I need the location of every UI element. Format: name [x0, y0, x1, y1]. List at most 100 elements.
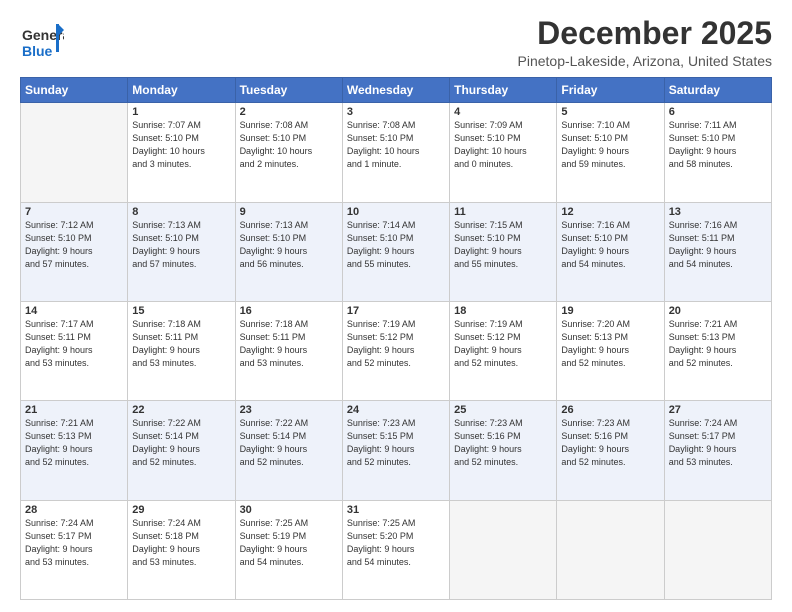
calendar-cell: 5Sunrise: 7:10 AM Sunset: 5:10 PM Daylig… [557, 103, 664, 202]
month-title: December 2025 [518, 16, 773, 51]
day-number: 16 [240, 305, 338, 317]
calendar-cell: 21Sunrise: 7:21 AM Sunset: 5:13 PM Dayli… [21, 401, 128, 500]
day-info: Sunrise: 7:09 AM Sunset: 5:10 PM Dayligh… [454, 119, 552, 171]
calendar-cell: 24Sunrise: 7:23 AM Sunset: 5:15 PM Dayli… [342, 401, 449, 500]
day-number: 12 [561, 206, 659, 218]
weekday-header-sunday: Sunday [21, 78, 128, 103]
page: General Blue December 2025 Pinetop-Lakes… [0, 0, 792, 612]
day-info: Sunrise: 7:13 AM Sunset: 5:10 PM Dayligh… [240, 219, 338, 271]
day-info: Sunrise: 7:21 AM Sunset: 5:13 PM Dayligh… [25, 417, 123, 469]
day-info: Sunrise: 7:23 AM Sunset: 5:16 PM Dayligh… [454, 417, 552, 469]
day-info: Sunrise: 7:17 AM Sunset: 5:11 PM Dayligh… [25, 318, 123, 370]
calendar-week-4: 21Sunrise: 7:21 AM Sunset: 5:13 PM Dayli… [21, 401, 772, 500]
day-number: 1 [132, 106, 230, 118]
day-info: Sunrise: 7:23 AM Sunset: 5:16 PM Dayligh… [561, 417, 659, 469]
day-info: Sunrise: 7:08 AM Sunset: 5:10 PM Dayligh… [240, 119, 338, 171]
day-number: 19 [561, 305, 659, 317]
logo-icon: General Blue [20, 20, 64, 64]
calendar-cell: 14Sunrise: 7:17 AM Sunset: 5:11 PM Dayli… [21, 301, 128, 400]
calendar-cell: 4Sunrise: 7:09 AM Sunset: 5:10 PM Daylig… [450, 103, 557, 202]
day-info: Sunrise: 7:25 AM Sunset: 5:20 PM Dayligh… [347, 517, 445, 569]
day-number: 26 [561, 404, 659, 416]
day-info: Sunrise: 7:25 AM Sunset: 5:19 PM Dayligh… [240, 517, 338, 569]
calendar-cell: 15Sunrise: 7:18 AM Sunset: 5:11 PM Dayli… [128, 301, 235, 400]
day-number: 25 [454, 404, 552, 416]
day-info: Sunrise: 7:20 AM Sunset: 5:13 PM Dayligh… [561, 318, 659, 370]
svg-text:Blue: Blue [22, 43, 53, 59]
calendar-cell: 28Sunrise: 7:24 AM Sunset: 5:17 PM Dayli… [21, 500, 128, 599]
day-info: Sunrise: 7:11 AM Sunset: 5:10 PM Dayligh… [669, 119, 767, 171]
calendar-cell [450, 500, 557, 599]
day-number: 7 [25, 206, 123, 218]
day-info: Sunrise: 7:19 AM Sunset: 5:12 PM Dayligh… [454, 318, 552, 370]
calendar-cell: 1Sunrise: 7:07 AM Sunset: 5:10 PM Daylig… [128, 103, 235, 202]
day-number: 4 [454, 106, 552, 118]
day-number: 30 [240, 504, 338, 516]
calendar-header-row: SundayMondayTuesdayWednesdayThursdayFrid… [21, 78, 772, 103]
day-number: 29 [132, 504, 230, 516]
weekday-header-monday: Monday [128, 78, 235, 103]
calendar-cell: 27Sunrise: 7:24 AM Sunset: 5:17 PM Dayli… [664, 401, 771, 500]
weekday-header-thursday: Thursday [450, 78, 557, 103]
calendar-cell: 22Sunrise: 7:22 AM Sunset: 5:14 PM Dayli… [128, 401, 235, 500]
calendar-cell: 26Sunrise: 7:23 AM Sunset: 5:16 PM Dayli… [557, 401, 664, 500]
day-info: Sunrise: 7:14 AM Sunset: 5:10 PM Dayligh… [347, 219, 445, 271]
calendar-cell: 10Sunrise: 7:14 AM Sunset: 5:10 PM Dayli… [342, 202, 449, 301]
day-number: 5 [561, 106, 659, 118]
day-number: 22 [132, 404, 230, 416]
day-number: 3 [347, 106, 445, 118]
calendar-table: SundayMondayTuesdayWednesdayThursdayFrid… [20, 77, 772, 600]
day-number: 24 [347, 404, 445, 416]
day-number: 10 [347, 206, 445, 218]
weekday-header-saturday: Saturday [664, 78, 771, 103]
day-info: Sunrise: 7:23 AM Sunset: 5:15 PM Dayligh… [347, 417, 445, 469]
day-info: Sunrise: 7:13 AM Sunset: 5:10 PM Dayligh… [132, 219, 230, 271]
day-info: Sunrise: 7:18 AM Sunset: 5:11 PM Dayligh… [240, 318, 338, 370]
calendar-cell: 12Sunrise: 7:16 AM Sunset: 5:10 PM Dayli… [557, 202, 664, 301]
calendar-week-1: 1Sunrise: 7:07 AM Sunset: 5:10 PM Daylig… [21, 103, 772, 202]
day-info: Sunrise: 7:07 AM Sunset: 5:10 PM Dayligh… [132, 119, 230, 171]
calendar-cell: 17Sunrise: 7:19 AM Sunset: 5:12 PM Dayli… [342, 301, 449, 400]
calendar-cell: 3Sunrise: 7:08 AM Sunset: 5:10 PM Daylig… [342, 103, 449, 202]
calendar-week-2: 7Sunrise: 7:12 AM Sunset: 5:10 PM Daylig… [21, 202, 772, 301]
calendar-cell: 16Sunrise: 7:18 AM Sunset: 5:11 PM Dayli… [235, 301, 342, 400]
day-number: 6 [669, 106, 767, 118]
day-number: 28 [25, 504, 123, 516]
day-info: Sunrise: 7:24 AM Sunset: 5:17 PM Dayligh… [25, 517, 123, 569]
logo: General Blue [20, 20, 64, 69]
day-number: 18 [454, 305, 552, 317]
calendar-cell: 13Sunrise: 7:16 AM Sunset: 5:11 PM Dayli… [664, 202, 771, 301]
day-info: Sunrise: 7:22 AM Sunset: 5:14 PM Dayligh… [132, 417, 230, 469]
calendar-cell: 23Sunrise: 7:22 AM Sunset: 5:14 PM Dayli… [235, 401, 342, 500]
calendar-week-3: 14Sunrise: 7:17 AM Sunset: 5:11 PM Dayli… [21, 301, 772, 400]
day-info: Sunrise: 7:12 AM Sunset: 5:10 PM Dayligh… [25, 219, 123, 271]
day-info: Sunrise: 7:19 AM Sunset: 5:12 PM Dayligh… [347, 318, 445, 370]
calendar-cell [664, 500, 771, 599]
calendar-cell: 9Sunrise: 7:13 AM Sunset: 5:10 PM Daylig… [235, 202, 342, 301]
title-block: December 2025 Pinetop-Lakeside, Arizona,… [518, 16, 773, 69]
day-info: Sunrise: 7:16 AM Sunset: 5:10 PM Dayligh… [561, 219, 659, 271]
calendar-cell: 19Sunrise: 7:20 AM Sunset: 5:13 PM Dayli… [557, 301, 664, 400]
calendar-cell: 29Sunrise: 7:24 AM Sunset: 5:18 PM Dayli… [128, 500, 235, 599]
day-number: 31 [347, 504, 445, 516]
day-number: 11 [454, 206, 552, 218]
day-info: Sunrise: 7:18 AM Sunset: 5:11 PM Dayligh… [132, 318, 230, 370]
day-number: 20 [669, 305, 767, 317]
calendar-cell: 6Sunrise: 7:11 AM Sunset: 5:10 PM Daylig… [664, 103, 771, 202]
day-number: 15 [132, 305, 230, 317]
day-info: Sunrise: 7:21 AM Sunset: 5:13 PM Dayligh… [669, 318, 767, 370]
calendar-cell: 11Sunrise: 7:15 AM Sunset: 5:10 PM Dayli… [450, 202, 557, 301]
day-info: Sunrise: 7:22 AM Sunset: 5:14 PM Dayligh… [240, 417, 338, 469]
calendar-cell: 8Sunrise: 7:13 AM Sunset: 5:10 PM Daylig… [128, 202, 235, 301]
day-number: 13 [669, 206, 767, 218]
header: General Blue December 2025 Pinetop-Lakes… [20, 16, 772, 69]
calendar-cell: 25Sunrise: 7:23 AM Sunset: 5:16 PM Dayli… [450, 401, 557, 500]
day-number: 17 [347, 305, 445, 317]
day-number: 9 [240, 206, 338, 218]
location: Pinetop-Lakeside, Arizona, United States [518, 53, 773, 69]
calendar-cell: 2Sunrise: 7:08 AM Sunset: 5:10 PM Daylig… [235, 103, 342, 202]
day-number: 2 [240, 106, 338, 118]
day-info: Sunrise: 7:15 AM Sunset: 5:10 PM Dayligh… [454, 219, 552, 271]
calendar-cell: 7Sunrise: 7:12 AM Sunset: 5:10 PM Daylig… [21, 202, 128, 301]
calendar-cell: 20Sunrise: 7:21 AM Sunset: 5:13 PM Dayli… [664, 301, 771, 400]
